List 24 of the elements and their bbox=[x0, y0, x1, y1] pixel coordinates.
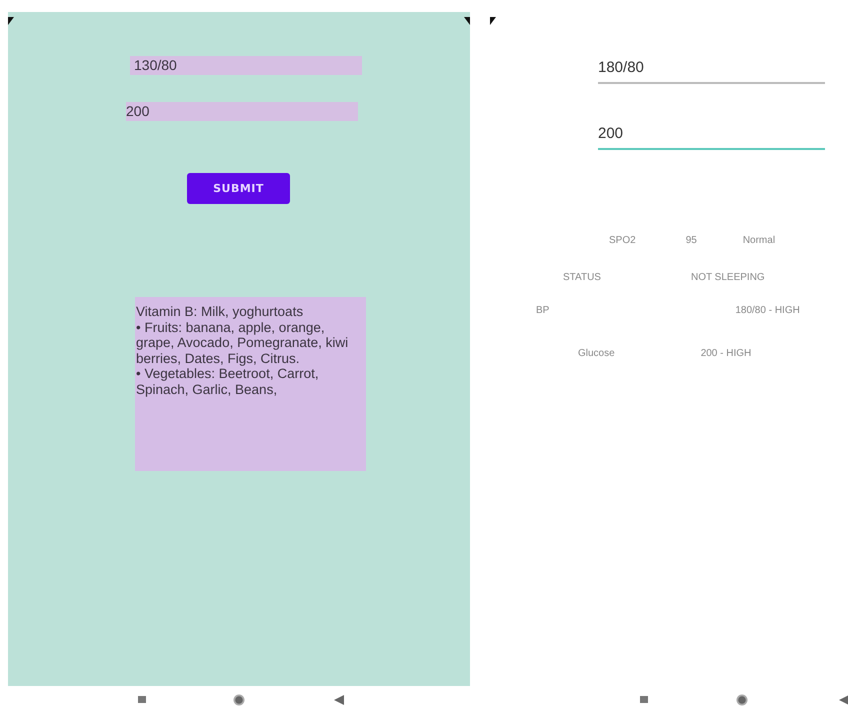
input-field[interactable]: 130/80 bbox=[130, 56, 362, 75]
reading-label: Glucose bbox=[578, 347, 615, 360]
reading-label: SPO2 bbox=[609, 234, 636, 247]
diet-text: Vitamin B: Milk, yoghurtoats bbox=[136, 304, 304, 320]
input-field[interactable]: 180/80 bbox=[598, 58, 825, 84]
back-icon[interactable] bbox=[334, 695, 344, 705]
input-field[interactable]: 200 bbox=[126, 102, 358, 121]
reading-label: STATUS bbox=[563, 271, 601, 284]
reading-label: BP bbox=[536, 304, 550, 317]
back-icon[interactable] bbox=[839, 695, 848, 705]
reading-value: NOT SLEEPING bbox=[690, 271, 765, 284]
home-icon[interactable] bbox=[736, 694, 748, 706]
input-field[interactable]: 200 bbox=[598, 124, 825, 150]
corner-mark-icon bbox=[490, 17, 496, 25]
reading-value: Normal bbox=[742, 234, 776, 247]
reading-value: 200 - HIGH bbox=[700, 347, 752, 360]
corner-mark-icon bbox=[464, 17, 470, 25]
corner-mark-icon bbox=[8, 17, 14, 25]
reading-value: 95 bbox=[686, 234, 697, 247]
diet-text: • Vegetables: Beetroot, Carrot, Spinach, Garlic, Beans, bbox=[136, 366, 320, 397]
submit-button[interactable]: SUBMIT bbox=[187, 173, 290, 204]
home-icon[interactable] bbox=[233, 694, 245, 706]
reading-value: 180/80 - HIGH bbox=[735, 304, 800, 317]
diet-text: • Fruits: banana, apple, orange, grape, Avocado, Pomegranate, kiwi berries, Dates, Figs, Citrus. bbox=[136, 320, 350, 366]
